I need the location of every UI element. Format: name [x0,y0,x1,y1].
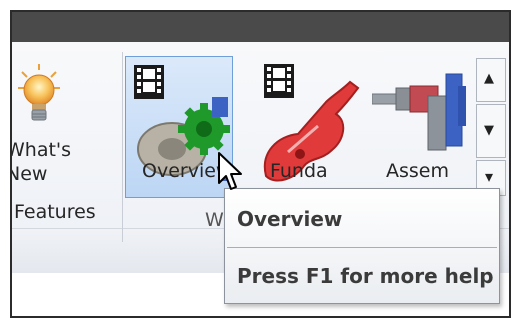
gallery-scroll-up-button[interactable]: ▲ [476,58,506,102]
chevron-down-icon: ▾ [485,167,494,186]
overview-tooltip: Overview Press F1 for more help [224,188,500,304]
fundamentals-label: Funda [270,160,328,182]
title-bar [12,12,509,42]
mouse-pointer-icon [218,152,242,190]
panel-separator [122,52,123,242]
app-window: What's New Features W Overview Funda Ass… [10,10,511,318]
lightbulb-icon [18,64,60,121]
panel-label-features: Features [14,201,96,223]
tooltip-title: Overview [237,207,343,231]
tooltip-divider [227,247,497,248]
gallery-scroll-down-button[interactable]: ▼ [476,104,506,158]
triangle-up-icon: ▲ [484,71,494,86]
tooltip-help-text: Press F1 for more help [237,264,494,288]
assembly-label: Assem [386,160,449,182]
triangle-down-icon: ▼ [484,123,494,138]
panel-label-partial: W [205,209,224,231]
whats-new-label: What's New [10,139,72,185]
